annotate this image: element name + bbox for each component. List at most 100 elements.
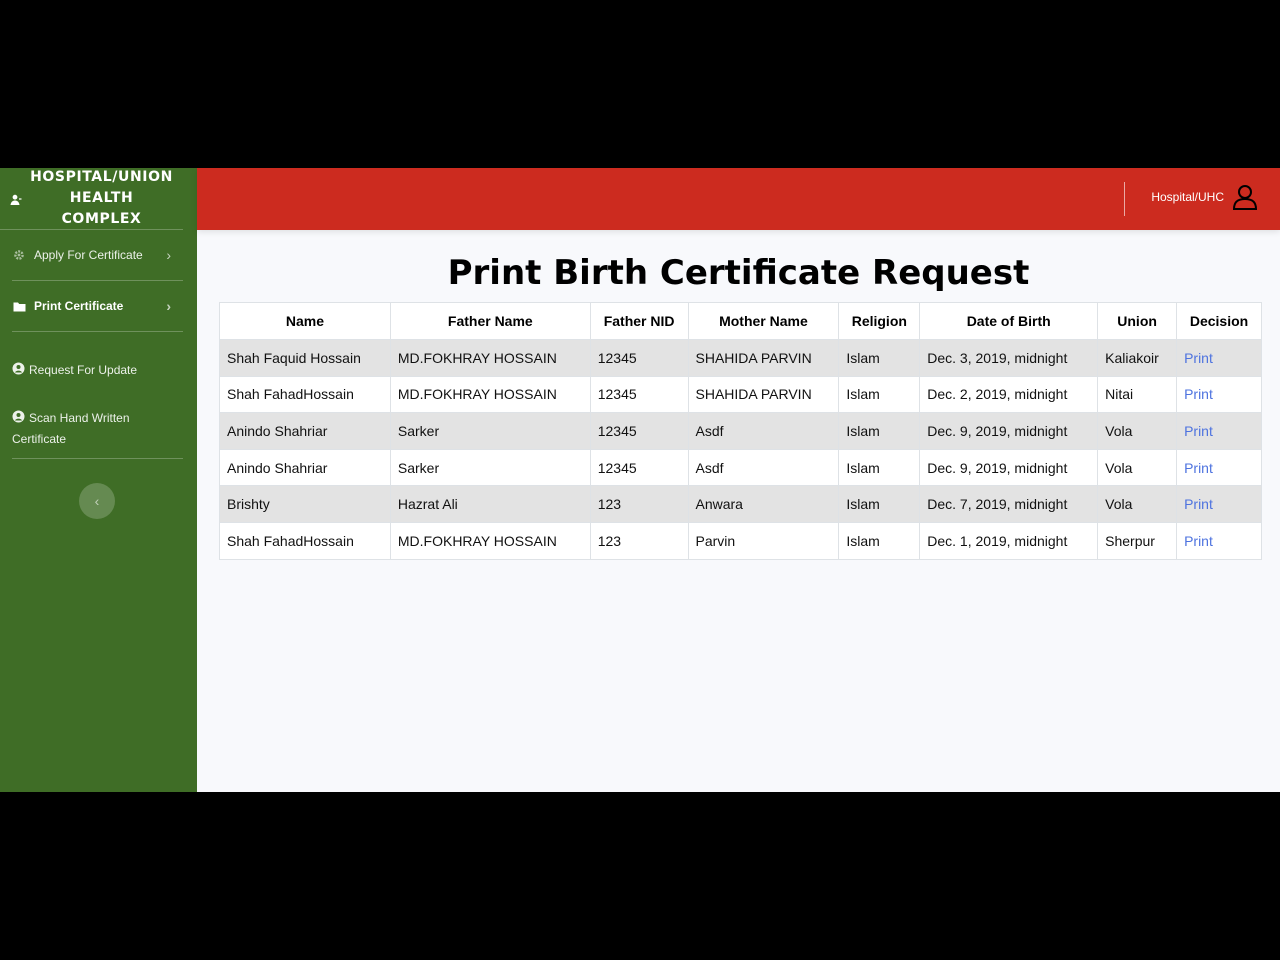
chevron-right-icon: › [166, 298, 171, 314]
sidebar-item-label: Request For Update [29, 363, 138, 377]
page-title: Print Birth Certificate Request [447, 253, 1030, 293]
divider [12, 331, 183, 332]
cell-date-of-birth: Dec. 2, 2019, midnight [919, 375, 1099, 414]
cell-religion: Islam [838, 339, 921, 377]
divider [12, 458, 183, 459]
column-header-date-of-birth: Date of Birth [919, 302, 1099, 340]
cell-father-nid: 12345 [589, 375, 689, 414]
sidebar: HOSPITAL/UNION HEALTH COMPLEX Apply For … [0, 168, 197, 792]
sidebar-item-apply-for-certificate[interactable]: Apply For Certificate › [0, 230, 183, 280]
cell-union: Vola [1097, 448, 1178, 487]
cell-father-nid: 12345 [589, 339, 689, 377]
cell-date-of-birth: Dec. 9, 2019, midnight [919, 448, 1099, 487]
cell-father-name: MD.FOKHRAY HOSSAIN [389, 339, 591, 377]
user-circle-icon [12, 409, 25, 423]
cell-decision: Print [1176, 375, 1262, 414]
table-row: Shah FahadHossain MD.FOKHRAY HOSSAIN 123… [219, 375, 1262, 414]
cell-mother-name: Anwara [687, 485, 840, 523]
cell-father-name: MD.FOKHRAY HOSSAIN [389, 375, 591, 414]
sidebar-item-request-for-update[interactable]: Request For Update [0, 350, 183, 391]
sidebar-item-scan-hand-written-certificate[interactable]: Scan Hand Written Certificate [0, 398, 183, 458]
sidebar-brand[interactable]: HOSPITAL/UNION HEALTH COMPLEX [0, 168, 183, 230]
cell-union: Sherpur [1097, 521, 1178, 560]
cell-father-nid: 12345 [589, 448, 689, 487]
cell-mother-name: SHAHIDA PARVIN [687, 375, 840, 414]
user-icon [10, 193, 22, 205]
cell-father-nid: 123 [589, 521, 689, 560]
column-header-religion: Religion [838, 302, 921, 340]
cell-father-nid: 12345 [589, 412, 689, 450]
cell-father-nid: 123 [589, 485, 689, 523]
cell-father-name: Sarker [389, 412, 591, 450]
table-row: Shah FahadHossain MD.FOKHRAY HOSSAIN 123… [219, 521, 1262, 560]
cell-name: Anindo Shahriar [219, 412, 391, 450]
chevron-left-icon: ‹ [94, 493, 100, 509]
chevron-right-icon: › [166, 247, 171, 263]
cell-date-of-birth: Dec. 7, 2019, midnight [919, 485, 1099, 523]
column-header-decision: Decision [1176, 302, 1262, 340]
cell-father-name: MD.FOKHRAY HOSSAIN [389, 521, 591, 560]
cell-mother-name: Asdf [687, 448, 840, 487]
cell-religion: Islam [838, 485, 921, 523]
cell-religion: Islam [838, 521, 921, 560]
table-row: Shah Faquid Hossain MD.FOKHRAY HOSSAIN 1… [219, 339, 1262, 377]
cell-religion: Islam [838, 412, 921, 450]
print-link[interactable]: Print [1184, 350, 1213, 366]
cell-mother-name: Parvin [687, 521, 840, 560]
cell-religion: Islam [838, 448, 921, 487]
print-link[interactable]: Print [1184, 496, 1213, 512]
print-link[interactable]: Print [1184, 386, 1213, 402]
cell-union: Nitai [1097, 375, 1178, 414]
column-header-father-name: Father Name [389, 302, 591, 340]
table-row: Anindo Shahriar Sarker 12345 Asdf Islam … [219, 412, 1262, 450]
user-label: Hospital/UHC [1151, 190, 1224, 204]
cell-father-name: Hazrat Ali [389, 485, 591, 523]
column-header-name: Name [219, 302, 391, 340]
sidebar-item-label: Scan Hand Written Certificate [12, 411, 130, 446]
cell-date-of-birth: Dec. 3, 2019, midnight [919, 339, 1099, 377]
cell-mother-name: Asdf [687, 412, 840, 450]
user-menu[interactable]: Hospital/UHC [1151, 184, 1258, 210]
cell-union: Vola [1097, 485, 1178, 523]
sidebar-item-label: Print Certificate [34, 299, 124, 313]
cell-name: Shah FahadHossain [219, 521, 391, 560]
sidebar-item-print-certificate[interactable]: Print Certificate › [0, 281, 183, 331]
main-content: Hospital/UHC Print Birth Certificate Req… [197, 168, 1280, 792]
column-header-mother-name: Mother Name [687, 302, 840, 340]
user-circle-icon [12, 361, 25, 375]
app-window: HOSPITAL/UNION HEALTH COMPLEX Apply For … [0, 168, 1280, 792]
cell-name: Shah FahadHossain [219, 375, 391, 414]
print-link[interactable]: Print [1184, 533, 1213, 549]
cell-name: Shah Faquid Hossain [219, 339, 391, 377]
folder-icon [12, 299, 26, 313]
print-link[interactable]: Print [1184, 460, 1213, 476]
table-row: Anindo Shahriar Sarker 12345 Asdf Islam … [219, 448, 1262, 487]
print-link[interactable]: Print [1184, 423, 1213, 439]
cell-father-name: Sarker [389, 448, 591, 487]
cell-name: Anindo Shahriar [219, 448, 391, 487]
gear-icon [12, 248, 26, 262]
topbar: Hospital/UHC [197, 168, 1280, 230]
cell-date-of-birth: Dec. 9, 2019, midnight [919, 412, 1099, 450]
cell-decision: Print [1176, 521, 1262, 560]
cell-decision: Print [1176, 485, 1262, 523]
cell-union: Vola [1097, 412, 1178, 450]
user-outline-icon [1232, 185, 1258, 210]
cell-mother-name: SHAHIDA PARVIN [687, 339, 840, 377]
column-header-father-nid: Father NID [589, 302, 689, 340]
cell-decision: Print [1176, 412, 1262, 450]
column-header-union: Union [1097, 302, 1178, 340]
table-header-row: Name Father Name Father NID Mother Name … [219, 302, 1262, 340]
cell-union: Kaliakoir [1097, 339, 1178, 377]
table-row: Brishty Hazrat Ali 123 Anwara Islam Dec.… [219, 485, 1262, 523]
cell-decision: Print [1176, 448, 1262, 487]
certificate-requests-table: Name Father Name Father NID Mother Name … [219, 302, 1262, 560]
sidebar-item-label: Apply For Certificate [34, 248, 143, 262]
cell-date-of-birth: Dec. 1, 2019, midnight [919, 521, 1099, 560]
topbar-divider [1124, 182, 1125, 216]
cell-name: Brishty [219, 485, 391, 523]
sidebar-toggle-button[interactable]: ‹ [79, 483, 115, 519]
cell-decision: Print [1176, 339, 1262, 377]
cell-religion: Islam [838, 375, 921, 414]
brand-title: HOSPITAL/UNION HEALTH COMPLEX [30, 169, 173, 227]
